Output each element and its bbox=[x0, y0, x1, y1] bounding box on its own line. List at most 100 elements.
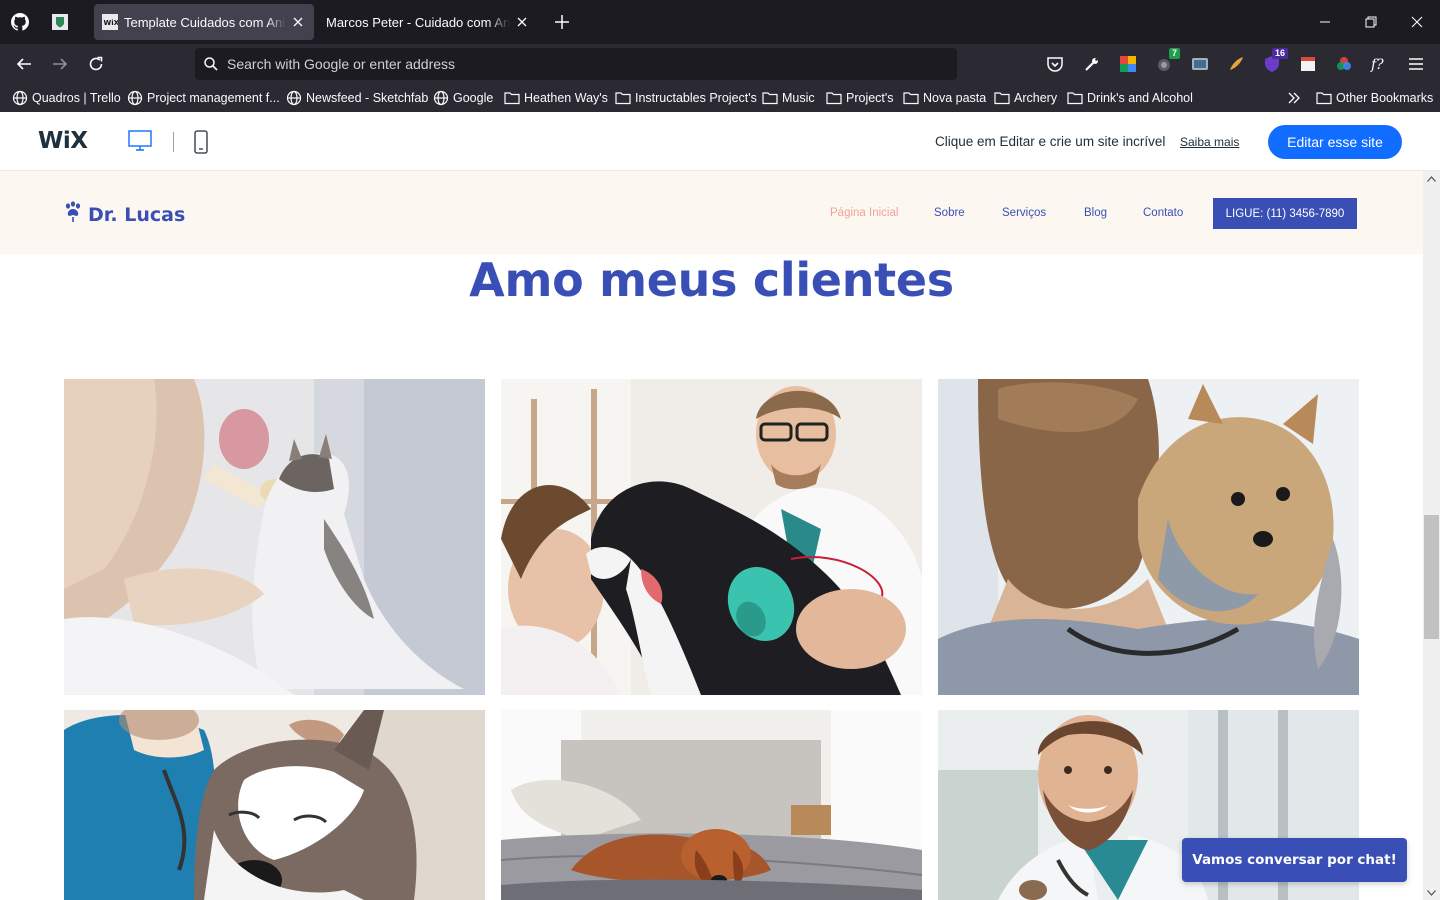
new-tab-plus-icon[interactable] bbox=[552, 12, 572, 32]
bookmark-label: Nova pasta bbox=[923, 91, 987, 105]
gallery-photo-yorkie[interactable] bbox=[938, 379, 1359, 695]
color-wheel-extension-icon[interactable] bbox=[1334, 54, 1354, 74]
ublock-extension-icon[interactable]: 16 bbox=[1262, 48, 1288, 74]
brush-extension-icon[interactable] bbox=[1226, 54, 1246, 74]
scroll-up-arrow-icon[interactable] bbox=[1426, 173, 1437, 184]
tab-marcos-peter[interactable]: Marcos Peter - Cuidado com Animais bbox=[318, 4, 538, 40]
learn-more-link[interactable]: Saiba mais bbox=[1180, 135, 1239, 149]
bookmark-item[interactable]: Quadros | Trello bbox=[12, 90, 121, 106]
address-bar[interactable] bbox=[195, 48, 957, 80]
bookmark-label: Project management f... bbox=[147, 91, 280, 105]
color-grid-extension-icon[interactable] bbox=[1118, 54, 1138, 74]
bookmark-label: Heathen Way's bbox=[524, 91, 608, 105]
scroll-down-arrow-icon[interactable] bbox=[1426, 887, 1437, 898]
folder-icon bbox=[826, 91, 846, 105]
wix-preview-bar: WiX Clique em Editar e crie um site incr… bbox=[0, 112, 1440, 171]
extension-badge: 7 bbox=[1168, 48, 1180, 59]
bookmark-item[interactable]: Music bbox=[762, 90, 815, 106]
screenshot-extension-icon[interactable] bbox=[1190, 54, 1210, 74]
gallery-photo-kitten[interactable] bbox=[64, 379, 485, 695]
bookmark-item[interactable]: Project's bbox=[826, 90, 894, 106]
forward-arrow-icon[interactable] bbox=[48, 52, 72, 76]
extension-shield-icon[interactable] bbox=[50, 12, 70, 32]
url-input[interactable] bbox=[227, 48, 957, 80]
globe-icon bbox=[433, 90, 453, 106]
notes-extension-icon[interactable] bbox=[1298, 54, 1318, 74]
bookmark-label: Instructables Project's bbox=[635, 91, 757, 105]
other-bookmarks-label: Other Bookmarks bbox=[1336, 91, 1434, 105]
wix-message: Clique em Editar e crie um site incrível bbox=[935, 134, 1166, 149]
bookmark-item[interactable]: Nova pasta bbox=[903, 90, 986, 106]
font-finder-extension-icon[interactable]: f? bbox=[1370, 54, 1390, 74]
desktop-view-icon[interactable] bbox=[128, 130, 152, 152]
window-close-icon[interactable] bbox=[1407, 12, 1427, 32]
search-icon bbox=[195, 57, 227, 71]
bookmark-label: Archery bbox=[1014, 91, 1058, 105]
bookmark-item[interactable]: Instructables Project's bbox=[615, 90, 757, 106]
svg-text:f?: f? bbox=[1370, 57, 1384, 73]
bookmark-item[interactable]: Project management f... bbox=[127, 90, 280, 106]
globe-icon bbox=[286, 90, 306, 106]
other-bookmarks[interactable]: Other Bookmarks bbox=[1316, 90, 1433, 106]
menu-about[interactable]: Sobre bbox=[934, 207, 965, 219]
folder-icon bbox=[1067, 91, 1087, 105]
edit-site-button[interactable]: Editar esse site bbox=[1268, 125, 1402, 159]
wix-logo[interactable]: WiX bbox=[38, 128, 88, 154]
restore-icon[interactable] bbox=[1361, 12, 1381, 32]
tab-template-cuidados[interactable]: WiX Template Cuidados com Animais bbox=[94, 4, 314, 40]
pocket-icon[interactable] bbox=[1045, 54, 1065, 74]
site-header: Dr. Lucas Página Inicial Sobre Serviços … bbox=[0, 171, 1423, 254]
divider bbox=[173, 132, 174, 152]
browser-titlebar: WiX Template Cuidados com Animais Marcos… bbox=[0, 0, 1440, 44]
hamburger-menu-icon[interactable] bbox=[1406, 54, 1426, 74]
close-icon[interactable] bbox=[290, 14, 306, 30]
brand[interactable]: Dr. Lucas bbox=[64, 201, 185, 228]
bookmark-item[interactable]: Archery bbox=[994, 90, 1057, 106]
tab-title: Marcos Peter - Cuidado com Animais bbox=[326, 14, 510, 30]
bookmark-item[interactable]: Drink's and Alcohol bbox=[1067, 90, 1193, 106]
page-scrollbar[interactable] bbox=[1423, 171, 1440, 900]
site-page: Dr. Lucas Página Inicial Sobre Serviços … bbox=[0, 171, 1423, 900]
extension-badge: 16 bbox=[1271, 48, 1288, 59]
bookmark-item[interactable]: Heathen Way's bbox=[504, 90, 608, 106]
github-icon[interactable] bbox=[10, 12, 30, 32]
folder-icon bbox=[994, 91, 1014, 105]
section-title: Amo meus clientes bbox=[469, 253, 954, 307]
menu-blog[interactable]: Blog bbox=[1084, 207, 1107, 219]
browser-navbar: 7 16 f? bbox=[0, 44, 1440, 84]
minimize-icon[interactable] bbox=[1315, 12, 1335, 32]
bookmark-item[interactable]: Google bbox=[433, 90, 493, 106]
tracker-extension-icon[interactable]: 7 bbox=[1154, 48, 1180, 74]
wrench-icon[interactable] bbox=[1082, 54, 1102, 74]
bookmark-label: Drink's and Alcohol bbox=[1087, 91, 1193, 105]
call-button[interactable]: LIGUE: (11) 3456-7890 bbox=[1213, 198, 1357, 229]
mobile-view-icon[interactable] bbox=[193, 130, 209, 154]
globe-icon bbox=[127, 90, 147, 106]
folder-icon bbox=[615, 91, 635, 105]
scroll-thumb[interactable] bbox=[1424, 515, 1439, 639]
folder-icon bbox=[504, 91, 524, 105]
gallery-photo-husky[interactable] bbox=[64, 710, 485, 900]
folder-icon bbox=[1316, 91, 1336, 105]
bookmark-label: Newsfeed - Sketchfab bbox=[306, 91, 429, 105]
chat-button[interactable]: Vamos conversar por chat! bbox=[1182, 838, 1407, 882]
gallery-photo-vet-collie[interactable] bbox=[501, 379, 922, 695]
gallery-photo-golden-retriever[interactable] bbox=[501, 710, 922, 900]
globe-icon bbox=[12, 90, 32, 106]
bookmark-label: Google bbox=[453, 91, 494, 105]
bookmarks-overflow-icon[interactable] bbox=[1287, 90, 1305, 106]
menu-services[interactable]: Serviços bbox=[1002, 207, 1046, 219]
menu-home[interactable]: Página Inicial bbox=[830, 207, 898, 219]
bookmark-item[interactable]: Newsfeed - Sketchfab bbox=[286, 90, 428, 106]
close-icon[interactable] bbox=[514, 14, 530, 30]
svg-text:WiX: WiX bbox=[104, 19, 119, 27]
brand-name: Dr. Lucas bbox=[88, 203, 186, 226]
wix-favicon-icon: WiX bbox=[102, 14, 120, 30]
back-arrow-icon[interactable] bbox=[12, 52, 36, 76]
paw-icon bbox=[64, 201, 82, 228]
bookmark-label: Music bbox=[782, 91, 815, 105]
reload-icon[interactable] bbox=[84, 52, 108, 76]
folder-icon bbox=[762, 91, 782, 105]
folder-icon bbox=[903, 91, 923, 105]
menu-contact[interactable]: Contato bbox=[1143, 207, 1183, 219]
